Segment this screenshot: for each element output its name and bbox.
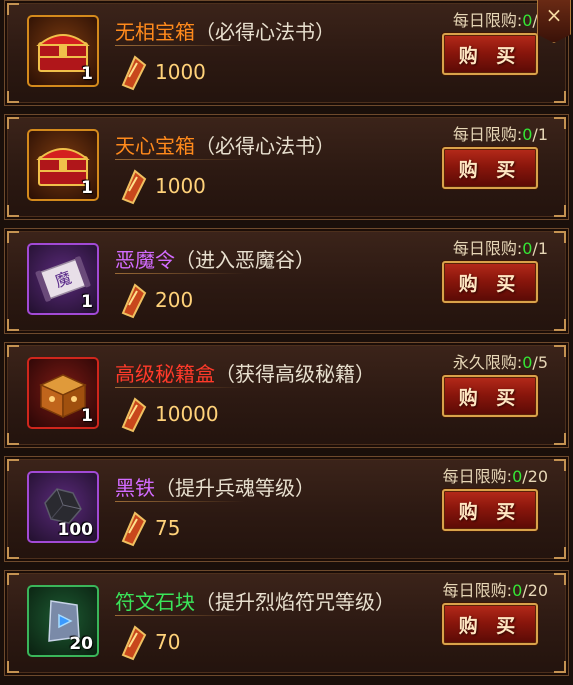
item-title: 恶魔令: [115, 248, 175, 272]
limit-total: /1: [532, 239, 548, 258]
limit-label: 每日限购:: [442, 581, 513, 600]
item-price: 1000: [155, 60, 206, 84]
purchase-limit: 每日限购:0/1: [453, 235, 548, 259]
item-quantity: 100: [57, 520, 94, 540]
item-name: 恶魔令（进入恶魔谷）: [115, 244, 315, 273]
item-price: 70: [155, 630, 181, 654]
shop-item-row: 魔 1 恶魔令（进入恶魔谷） 200 每日限购:0/1 购 买: [4, 228, 569, 334]
item-quantity: 20: [69, 634, 93, 654]
limit-label: 每日限购:: [452, 11, 523, 30]
item-quantity: 1: [81, 292, 93, 312]
shop-item-row: 1 天心宝箱（必得心法书） 1000 每日限购:0/1 购 买: [4, 114, 569, 220]
purchase-limit: 每日限购:0/20: [443, 463, 548, 487]
item-price: 200: [155, 288, 194, 312]
buy-button[interactable]: 购 买: [442, 261, 538, 303]
item-name: 天心宝箱（必得心法书）: [115, 130, 335, 159]
spirit-coin-icon: [121, 283, 147, 319]
purchase-limit: 每日限购:0/2: [453, 7, 548, 31]
item-name: 黑铁（提升兵魂等级）: [115, 472, 315, 501]
shop-item-row: 1 无相宝箱（必得心法书） 1000 每日限购:0/2 购 买: [4, 0, 569, 106]
shop-item-row: 1 高级秘籍盒（获得高级秘籍） 10000 永久限购:0/5 购 买: [4, 342, 569, 448]
limit-current: 0: [512, 467, 523, 486]
limit-current: 0: [522, 11, 533, 30]
item-name: 符文石块（提升烈焰符咒等级）: [115, 586, 395, 615]
purchase-limit: 永久限购:0/5: [453, 349, 548, 373]
limit-label: 每日限购:: [442, 467, 513, 486]
item-description: （提升兵魂等级）: [155, 476, 315, 500]
item-slot[interactable]: 1: [27, 15, 99, 87]
item-title: 高级秘籍盒: [115, 362, 215, 386]
item-slot[interactable]: 魔 1: [27, 243, 99, 315]
item-slot[interactable]: 1: [27, 357, 99, 429]
spirit-coin-icon: [121, 625, 147, 661]
limit-current: 0: [522, 125, 533, 144]
buy-button[interactable]: 购 买: [442, 375, 538, 417]
limit-total: /20: [522, 467, 548, 486]
limit-current: 0: [512, 581, 523, 600]
buy-button[interactable]: 购 买: [442, 603, 538, 645]
spirit-coin-icon: [121, 169, 147, 205]
purchase-limit: 每日限购:0/20: [443, 577, 548, 601]
item-price: 1000: [155, 174, 206, 198]
item-title: 黑铁: [115, 476, 155, 500]
item-title: 无相宝箱: [115, 20, 195, 44]
limit-label: 永久限购:: [452, 353, 523, 372]
limit-label: 每日限购:: [452, 125, 523, 144]
spirit-coin-icon: [121, 511, 147, 547]
buy-button[interactable]: 购 买: [442, 147, 538, 189]
item-name: 高级秘籍盒（获得高级秘籍）: [115, 358, 375, 387]
item-title: 符文石块: [115, 590, 195, 614]
limit-total: /5: [532, 353, 548, 372]
item-price: 10000: [155, 402, 219, 426]
buy-button[interactable]: 购 买: [442, 489, 538, 531]
shop-item-row: 20 符文石块（提升烈焰符咒等级） 70 每日限购:0/20 购 买: [4, 570, 569, 676]
item-price: 75: [155, 516, 181, 540]
shop-item-row: 100 黑铁（提升兵魂等级） 75 每日限购:0/20 购 买: [4, 456, 569, 562]
close-icon: ×: [545, 3, 563, 27]
item-description: （提升烈焰符咒等级）: [195, 590, 395, 614]
item-description: （获得高级秘籍）: [215, 362, 375, 386]
item-quantity: 1: [81, 178, 93, 198]
close-button[interactable]: ×: [537, 0, 571, 43]
buy-button[interactable]: 购 买: [442, 33, 538, 75]
item-description: （必得心法书）: [195, 20, 335, 44]
item-slot[interactable]: 100: [27, 471, 99, 543]
limit-total: /20: [522, 581, 548, 600]
item-description: （必得心法书）: [195, 134, 335, 158]
spirit-coin-icon: [121, 397, 147, 433]
item-name: 无相宝箱（必得心法书）: [115, 16, 335, 45]
item-description: （进入恶魔谷）: [175, 248, 315, 272]
item-quantity: 1: [81, 406, 93, 426]
item-slot[interactable]: 1: [27, 129, 99, 201]
item-quantity: 1: [81, 64, 93, 84]
item-slot[interactable]: 20: [27, 585, 99, 657]
item-title: 天心宝箱: [115, 134, 195, 158]
limit-current: 0: [522, 353, 533, 372]
limit-total: /1: [532, 125, 548, 144]
spirit-coin-icon: [121, 55, 147, 91]
purchase-limit: 每日限购:0/1: [453, 121, 548, 145]
limit-current: 0: [522, 239, 533, 258]
limit-label: 每日限购:: [452, 239, 523, 258]
